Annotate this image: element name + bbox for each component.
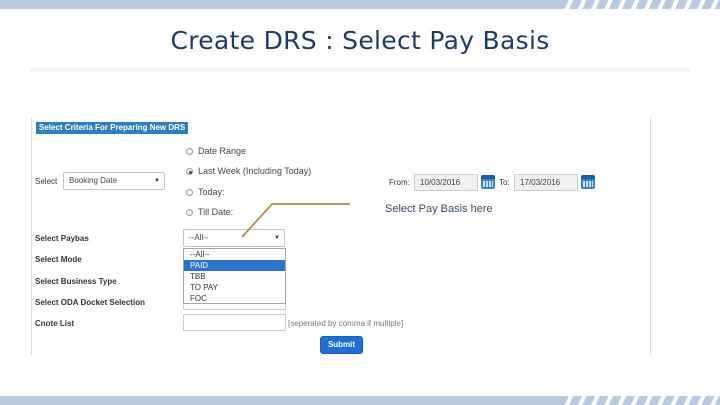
- from-calendar-icon[interactable]: [481, 175, 495, 189]
- select-label: Select: [35, 177, 58, 186]
- paybas-select[interactable]: --All-- ▼: [183, 229, 285, 247]
- bottom-accent-stripe: [0, 396, 720, 405]
- paybas-select-value: --All--: [189, 233, 209, 242]
- to-calendar-icon[interactable]: [581, 175, 595, 189]
- cnote-list-input[interactable]: [183, 314, 286, 331]
- date-type-select[interactable]: Booking Date ▼: [63, 172, 165, 190]
- from-date-input[interactable]: 10/03/2016: [414, 174, 478, 191]
- radio-date-range[interactable]: [186, 148, 193, 155]
- radio-last-week[interactable]: [186, 168, 193, 175]
- paybas-option[interactable]: --All--: [184, 249, 285, 260]
- business-type-label: Select Business Type: [35, 277, 117, 286]
- cnote-hint: [seperated by comma if multiple]: [288, 319, 404, 328]
- radio-till-date[interactable]: [186, 209, 193, 216]
- paybas-option-selected[interactable]: PAID: [184, 260, 285, 271]
- callout-text: Select Pay Basis here: [385, 203, 493, 215]
- radio-last-week-label: Last Week (Including Today): [198, 166, 312, 176]
- paybas-dropdown-list[interactable]: --All-- PAID TBB TO PAY FOC: [183, 248, 286, 304]
- radio-date-range-label: Date Range: [198, 146, 247, 156]
- bottom-stripe-hatch: [560, 396, 720, 405]
- cnote-list-label: Cnote List: [35, 319, 75, 328]
- chevron-down-icon: ▼: [154, 178, 160, 184]
- paybas-label: Select Paybas: [35, 234, 89, 243]
- radio-today-label: Today:: [198, 187, 225, 197]
- from-label: From:: [389, 178, 410, 187]
- radio-today[interactable]: [186, 189, 193, 196]
- paybas-option[interactable]: TBB: [184, 271, 285, 282]
- top-stripe-hatch: [560, 0, 720, 9]
- mode-label: Select Mode: [35, 255, 82, 264]
- paybas-option[interactable]: FOC: [184, 293, 285, 304]
- to-label: To:: [499, 178, 510, 187]
- chevron-down-icon: ▼: [274, 235, 280, 241]
- top-accent-stripe: [0, 0, 720, 9]
- date-type-select-value: Booking Date: [69, 176, 118, 185]
- submit-button[interactable]: Submit: [320, 336, 363, 354]
- paybas-option[interactable]: TO PAY: [184, 282, 285, 293]
- title-divider: [30, 68, 690, 74]
- slide-title: Create DRS : Select Pay Basis: [170, 26, 550, 55]
- oda-docket-label: Select ODA Docket Selection: [35, 298, 145, 307]
- to-date-input[interactable]: 17/03/2016: [514, 174, 578, 191]
- panel-header: Select Criteria For Preparing New DRS: [36, 122, 189, 134]
- radio-till-date-label: Till Date:: [198, 207, 234, 217]
